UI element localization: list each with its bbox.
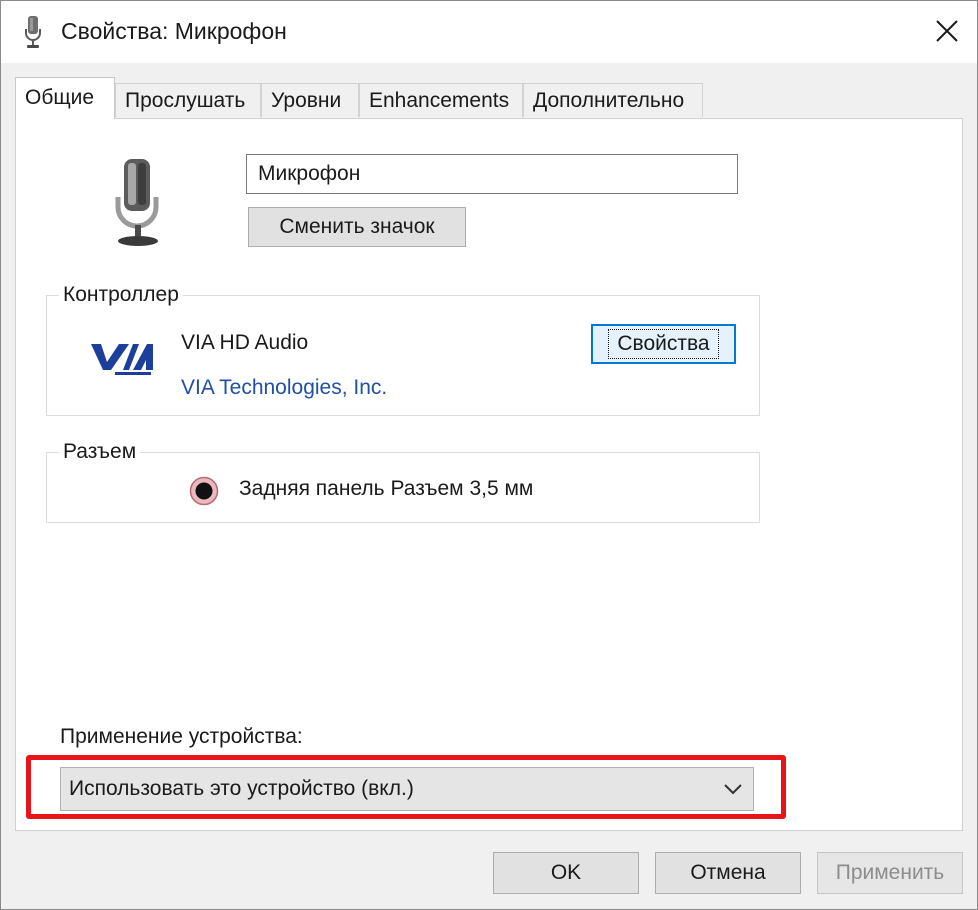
cancel-button[interactable]: Отмена xyxy=(655,852,801,894)
properties-dialog: Свойства: Микрофон Общие Прослушать Уров… xyxy=(0,0,978,910)
device-usage-label: Применение устройства: xyxy=(60,725,303,748)
chevron-down-icon xyxy=(724,784,742,795)
jack-group-title: Разъем xyxy=(59,439,141,465)
controller-properties-label: Свойства xyxy=(608,329,719,359)
jack-group: Разъем Задняя панель Разъем 3,5 мм xyxy=(46,439,760,523)
controller-group-title: Контроллер xyxy=(59,282,183,308)
tab-enhancements[interactable]: Enhancements xyxy=(359,83,523,117)
device-name-input[interactable] xyxy=(246,154,738,194)
general-panel: Сменить значок Контроллер VIA HD Audio V… xyxy=(15,118,963,831)
close-button[interactable] xyxy=(917,1,977,61)
tab-advanced[interactable]: Дополнительно xyxy=(523,83,703,117)
tab-listen[interactable]: Прослушать xyxy=(115,83,261,117)
title-bar: Свойства: Микрофон xyxy=(1,1,977,63)
window-title: Свойства: Микрофон xyxy=(61,18,287,44)
controller-vendor-link[interactable]: VIA Technologies, Inc. xyxy=(181,376,387,400)
close-icon xyxy=(936,20,958,42)
ok-button[interactable]: OK xyxy=(493,852,639,894)
jack-description: Задняя панель Разъем 3,5 мм xyxy=(239,477,534,500)
apply-button[interactable]: Применить xyxy=(817,852,963,894)
change-icon-button[interactable]: Сменить значок xyxy=(248,207,466,247)
device-usage-select[interactable]: Использовать это устройство (вкл.) xyxy=(60,767,754,811)
via-logo xyxy=(91,344,153,375)
device-usage-selected-value: Использовать это устройство (вкл.) xyxy=(69,777,414,800)
tab-general[interactable]: Общие xyxy=(15,77,115,119)
tab-levels[interactable]: Уровни xyxy=(261,83,359,117)
microphone-icon xyxy=(25,16,41,48)
microphone-device-icon xyxy=(115,159,159,246)
controller-name: VIA HD Audio xyxy=(181,331,309,354)
controller-properties-button[interactable]: Свойства xyxy=(591,324,736,364)
audio-jack-icon xyxy=(189,476,219,506)
controller-group: Контроллер VIA HD Audio VIA Technologies… xyxy=(46,282,760,416)
